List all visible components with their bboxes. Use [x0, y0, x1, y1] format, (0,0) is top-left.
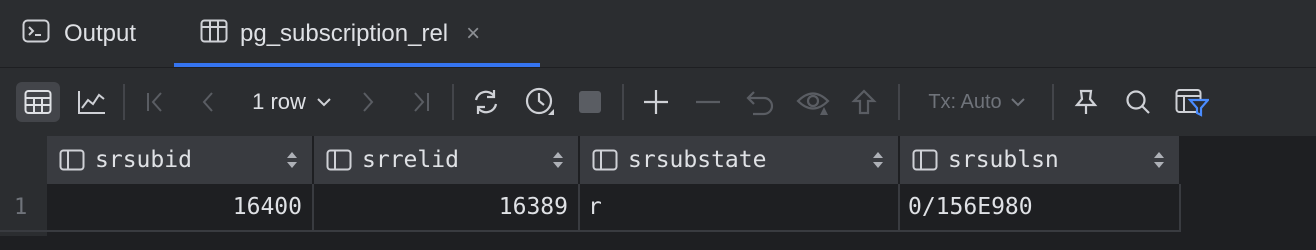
- minus-icon: [696, 100, 720, 104]
- chevron-down-icon: [1010, 98, 1025, 107]
- console-icon: [22, 19, 50, 48]
- sort-icon[interactable]: [872, 149, 884, 176]
- plus-icon: [644, 90, 668, 114]
- column-header-srsubstate[interactable]: srsubstate: [580, 136, 900, 184]
- column-icon: [326, 149, 352, 171]
- refresh-icon: [474, 90, 498, 114]
- table-view-button[interactable]: [16, 82, 60, 122]
- pin-icon: [1074, 89, 1098, 114]
- tab-output-label: Output: [64, 19, 137, 47]
- toolbar-separator: [622, 84, 624, 120]
- row-count-dropdown[interactable]: 1 row: [246, 82, 338, 122]
- table-cell[interactable]: r: [580, 184, 900, 230]
- eye-icon: [796, 92, 830, 115]
- filter-table-icon: [1175, 89, 1209, 117]
- sort-icon[interactable]: [1153, 149, 1165, 176]
- search-icon: [1126, 90, 1150, 114]
- column-icon: [592, 149, 618, 171]
- preview-changes-button[interactable]: [794, 82, 834, 122]
- close-tab-icon[interactable]: ×: [466, 20, 480, 48]
- tab-pg-subscription-rel[interactable]: pg_subscription_rel ×: [200, 0, 480, 67]
- last-page-icon: [414, 92, 429, 112]
- sort-icon[interactable]: [552, 149, 564, 176]
- stop-icon: [579, 91, 601, 113]
- chevron-down-icon: [317, 98, 331, 107]
- chevron-right-icon: [363, 92, 374, 112]
- chart-view-button[interactable]: [70, 82, 114, 122]
- add-row-button[interactable]: [638, 82, 674, 122]
- undo-icon: [746, 91, 774, 116]
- table-cell[interactable]: 16389: [314, 184, 580, 230]
- column-name: srsubstate: [628, 147, 767, 173]
- table-view-icon: [24, 90, 52, 114]
- tab-table-label: pg_subscription_rel: [240, 19, 449, 47]
- search-button[interactable]: [1120, 82, 1156, 122]
- column-name: srrelid: [362, 147, 459, 173]
- column-icon: [59, 149, 85, 171]
- clock-icon: [525, 87, 554, 115]
- arrow-up-icon: [851, 89, 877, 115]
- column-header-srsublsn[interactable]: srsublsn: [900, 136, 1181, 184]
- stop-button[interactable]: [574, 82, 606, 122]
- column-icon: [912, 149, 938, 171]
- table-icon: [200, 19, 228, 48]
- toolbar-separator: [123, 84, 125, 120]
- chart-icon: [78, 91, 105, 114]
- revert-button[interactable]: [742, 82, 778, 122]
- sort-icon[interactable]: [286, 149, 298, 176]
- filter-button[interactable]: [1172, 82, 1212, 122]
- column-header-srrelid[interactable]: srrelid: [314, 136, 580, 184]
- table-cell[interactable]: 0/156E980: [900, 184, 1181, 230]
- result-grid: srsubid srrelid srsubstate srsublsn 1 16…: [0, 136, 1316, 250]
- delete-row-button[interactable]: [690, 82, 726, 122]
- transaction-mode-label: Tx: Auto: [928, 90, 1002, 113]
- row-divider: [0, 230, 1181, 232]
- auto-refresh-button[interactable]: [520, 82, 560, 122]
- tab-bar: Output pg_subscription_rel ×: [0, 0, 1316, 67]
- column-name: srsubid: [95, 147, 192, 173]
- first-page-button[interactable]: [140, 82, 172, 122]
- column-header-srsubid[interactable]: srsubid: [47, 136, 314, 184]
- row-number[interactable]: 1: [0, 184, 47, 230]
- submit-button[interactable]: [846, 82, 882, 122]
- toolbar-separator: [452, 84, 454, 120]
- next-page-button[interactable]: [352, 82, 384, 122]
- chevron-left-icon: [202, 92, 213, 112]
- toolbar-separator: [1052, 84, 1054, 120]
- transaction-mode-dropdown[interactable]: Tx: Auto: [918, 82, 1036, 122]
- toolbar-separator: [898, 84, 900, 120]
- previous-page-button[interactable]: [192, 82, 224, 122]
- results-toolbar: 1 row Tx: Auto: [0, 68, 1316, 136]
- last-page-button[interactable]: [404, 82, 436, 122]
- table-cell[interactable]: 16400: [47, 184, 314, 230]
- pin-tab-button[interactable]: [1068, 82, 1104, 122]
- refresh-button[interactable]: [466, 82, 506, 122]
- first-page-icon: [147, 92, 162, 112]
- column-name: srsublsn: [948, 147, 1059, 173]
- tab-output[interactable]: Output: [22, 0, 136, 67]
- row-count-label: 1 row: [252, 89, 306, 114]
